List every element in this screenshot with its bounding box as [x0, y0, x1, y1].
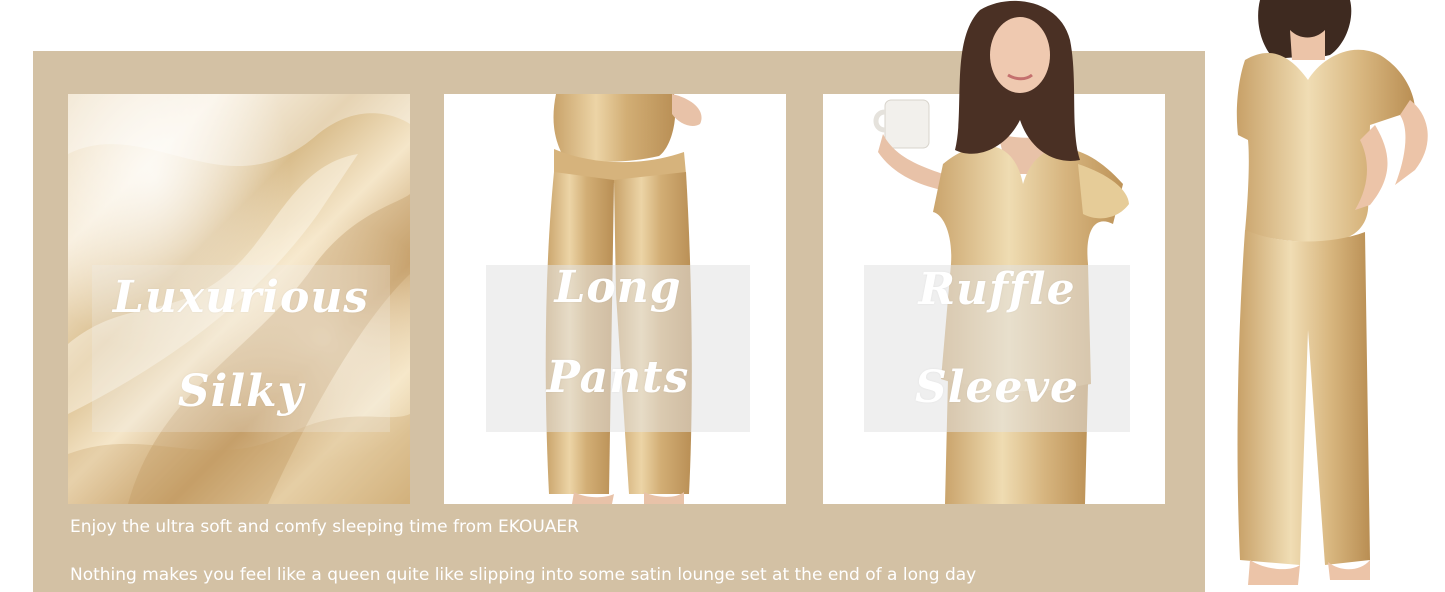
caption-line: Nothing makes you feel like a queen quit…: [70, 565, 977, 585]
feature-label-line: Silky: [177, 366, 305, 417]
model-head-illustration: [955, 0, 1080, 161]
product-banner: Luxurious Silky Long Pants Ruffle Sleeve…: [0, 0, 1445, 592]
standing-model-illustration: [1236, 0, 1428, 585]
feature-label-line: Pants: [546, 352, 690, 403]
caption-line: Enjoy the ultra soft and comfy sleeping …: [70, 517, 579, 537]
feature-label-line: Long: [554, 262, 682, 313]
feature-label-line: Luxurious: [112, 272, 370, 323]
